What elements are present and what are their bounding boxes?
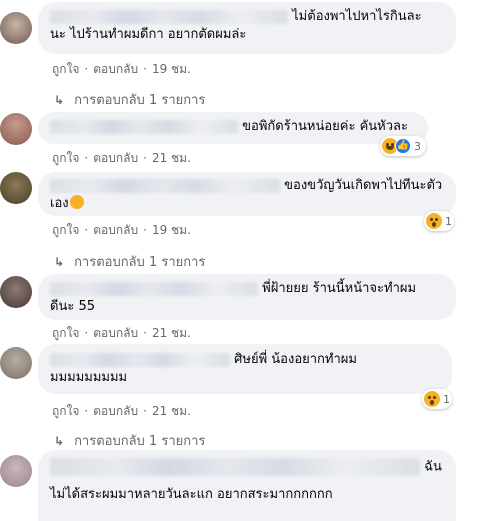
view-replies-link[interactable]: ↳ การตอบกลับ 1 รายการ <box>54 89 205 110</box>
avatar[interactable] <box>0 12 32 44</box>
replies-count-label: การตอบกลับ 1 รายการ <box>74 434 206 449</box>
comment-bubble: ของขวัญวันเกิดพาไปทีนะตัว เอง <box>38 172 456 216</box>
comment-bubble: ขอพิกัดร้านหน่อยค่ะ คันหัวละ <box>38 112 428 144</box>
timestamp[interactable]: 21 ชม. <box>152 324 191 343</box>
blurred-username[interactable] <box>50 178 280 193</box>
reply-arrow-icon: ↳ <box>54 255 65 269</box>
wow-emoji-icon <box>424 391 440 407</box>
avatar[interactable] <box>0 113 32 145</box>
reply-arrow-icon: ↳ <box>54 93 65 107</box>
view-replies-link[interactable]: ↳ การตอบกลับ 1 รายการ <box>54 430 205 451</box>
comment-actions: ถูกใจ · ตอบกลับ · 21 ชม. <box>52 149 191 168</box>
like-link[interactable]: ถูกใจ <box>52 402 79 421</box>
reaction-summary[interactable]: 1 <box>422 389 452 409</box>
avatar[interactable] <box>0 276 32 308</box>
reaction-count: 1 <box>445 214 452 228</box>
comment-text: ของขวัญวันเกิดพาไปทีนะตัว <box>284 178 443 193</box>
avatar[interactable] <box>0 455 32 487</box>
comment-text: มมมมมมมมม <box>50 370 128 385</box>
blurred-username[interactable] <box>50 458 420 476</box>
like-link[interactable]: ถูกใจ <box>52 221 79 240</box>
comment-bubble: พี่ฝ้ายยย ร้านนี้หน้าจะทำผม ดีนะ 55 <box>38 274 456 320</box>
blurred-username[interactable] <box>50 9 288 24</box>
blurred-username[interactable] <box>50 281 258 296</box>
reaction-summary[interactable]: 👍 3 <box>380 136 426 156</box>
reply-link[interactable]: ตอบกลับ <box>93 402 138 421</box>
comment-actions: ถูกใจ · ตอบกลับ · 21 ชม. <box>52 324 191 343</box>
comment-bubble: ศิษย์พี่ น้องอยากทำผม มมมมมมมมม <box>38 344 452 394</box>
haha-emoji-icon <box>382 138 398 154</box>
timestamp[interactable]: 21 ชม. <box>152 402 191 421</box>
smile-emoji-icon <box>69 195 84 209</box>
avatar[interactable] <box>0 347 32 379</box>
reply-link[interactable]: ตอบกลับ <box>93 221 138 240</box>
reply-link[interactable]: ตอบกลับ <box>93 324 138 343</box>
reply-arrow-icon: ↳ <box>54 434 65 448</box>
like-link[interactable]: ถูกใจ <box>52 60 79 79</box>
comment-text: นะ ไปร้านทำผมดีกา อยากตัดผมล่ะ <box>50 27 247 42</box>
timestamp[interactable]: 19 ชม. <box>152 221 191 240</box>
reaction-count: 3 <box>414 139 421 153</box>
reply-link[interactable]: ตอบกลับ <box>93 60 138 79</box>
comment-text: ไม่ต้องพาไปหาไรกินละ <box>292 9 422 24</box>
like-link[interactable]: ถูกใจ <box>52 324 79 343</box>
avatar[interactable] <box>0 172 32 204</box>
comment-text: พี่ฝ้ายยย ร้านนี้หน้าจะทำผม <box>262 281 417 296</box>
comment-bubble: ไม่ต้องพาไปหาไรกินละ นะ ไปร้านทำผมดีกา อ… <box>38 2 456 54</box>
replies-count-label: การตอบกลับ 1 รายการ <box>74 255 206 270</box>
view-replies-link[interactable]: ↳ การตอบกลับ 1 รายการ <box>54 251 205 272</box>
blurred-username[interactable] <box>50 119 238 134</box>
comment-text: ศิษย์พี่ น้องอยากทำผม <box>234 352 357 367</box>
like-link[interactable]: ถูกใจ <box>52 149 79 168</box>
timestamp[interactable]: 19 ชม. <box>152 60 191 79</box>
comment-actions: ถูกใจ · ตอบกลับ · 21 ชม. <box>52 402 191 421</box>
comment-text: ดีนะ 55 <box>50 299 95 314</box>
comment-text: ไม่ได้สระผมมาหลายวันละแก อยากสระมากกกกกก <box>50 487 333 502</box>
comment-text: ฉัน <box>424 459 442 475</box>
comment-text: ขอพิกัดร้านหน่อยค่ะ คันหัวละ <box>242 119 408 134</box>
replies-count-label: การตอบกลับ 1 รายการ <box>74 93 206 108</box>
reaction-summary[interactable]: 1 <box>424 211 454 231</box>
timestamp[interactable]: 21 ชม. <box>152 149 191 168</box>
comment-bubble: ฉัน ไม่ได้สระผมมาหลายวันละแก อยากสระมากก… <box>38 450 456 521</box>
reply-link[interactable]: ตอบกลับ <box>93 149 138 168</box>
comment-text: เอง <box>50 196 69 211</box>
reaction-count: 1 <box>443 392 450 406</box>
wow-emoji-icon <box>426 213 442 229</box>
blurred-username[interactable] <box>50 352 230 367</box>
comment-actions: ถูกใจ · ตอบกลับ · 19 ชม. <box>52 221 191 240</box>
comment-actions: ถูกใจ · ตอบกลับ · 19 ชม. <box>52 60 191 79</box>
